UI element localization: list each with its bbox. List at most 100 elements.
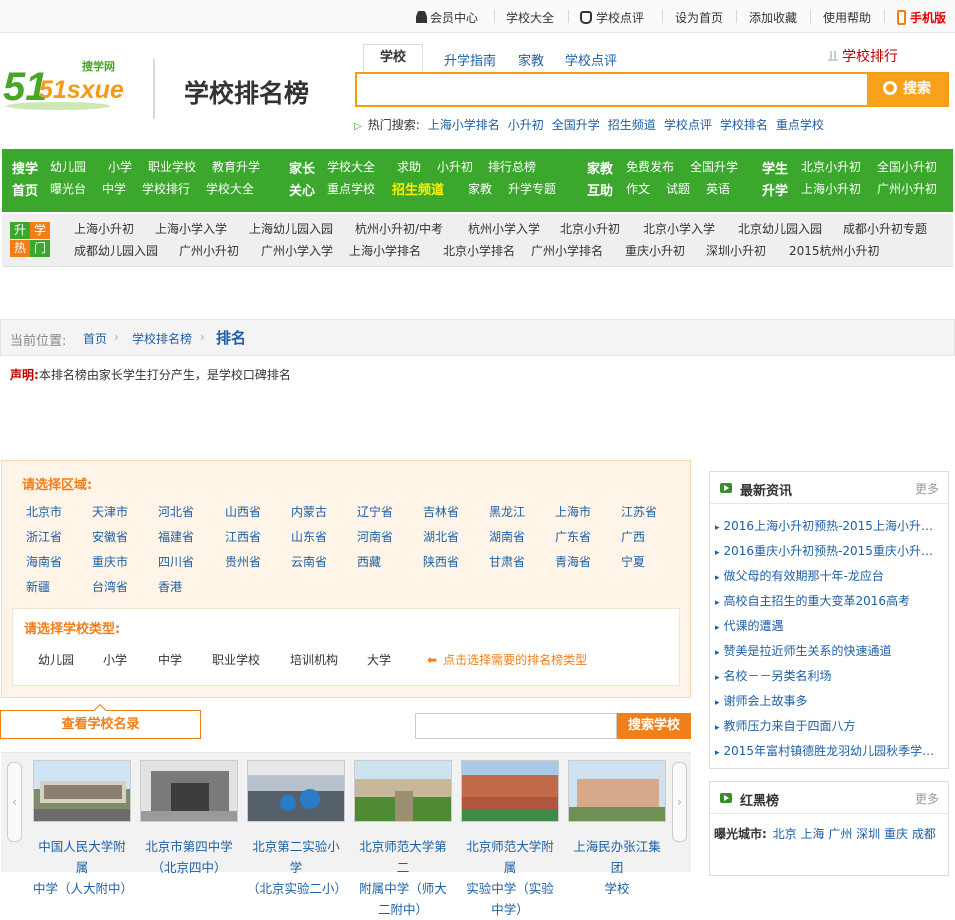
hot-city-link[interactable]: 重庆小升初 xyxy=(625,242,685,259)
tab-school[interactable]: 学校 xyxy=(363,44,423,72)
hot-city-link[interactable]: 上海小升初 xyxy=(74,220,134,237)
region-link[interactable]: 新疆 xyxy=(26,578,50,595)
school-card[interactable]: 中国人民大学附属 中学（人大附中） xyxy=(33,760,133,896)
school-rank-link[interactable]: 学校排行 xyxy=(828,46,898,66)
region-link[interactable]: 内蒙古 xyxy=(291,503,327,520)
type-training[interactable]: 培训机构 xyxy=(290,651,338,668)
nav-link[interactable]: 全国小升初 xyxy=(877,158,937,175)
nav-link[interactable]: 幼儿园 xyxy=(50,158,86,175)
nav-link[interactable]: 曝光台 xyxy=(50,180,86,197)
nav-link[interactable]: 广州小升初 xyxy=(877,180,937,197)
news-item[interactable]: 教师压力来自于四面八方 xyxy=(715,717,940,734)
nav-link[interactable]: 小升初 xyxy=(437,158,473,175)
hot-city-link[interactable]: 杭州小学入学 xyxy=(468,220,540,237)
news-item[interactable]: 2016上海小升初预热-2015上海小升初… xyxy=(715,517,940,534)
news-item[interactable]: 2015年富村镇德胜龙羽幼儿园秋季学… xyxy=(715,742,940,759)
news-item[interactable]: 代课的遭遇 xyxy=(715,617,940,634)
mobile-link[interactable]: 手机版 xyxy=(897,9,946,26)
region-link[interactable]: 香港 xyxy=(158,578,182,595)
nav-link[interactable]: 家教 xyxy=(468,180,492,197)
nav-link[interactable]: 学校排行 xyxy=(142,180,190,197)
nav-link[interactable]: 中学 xyxy=(102,180,126,197)
school-name[interactable]: 北京市第四中学 （北京四中） xyxy=(140,836,238,878)
school-card[interactable]: 北京师范大学第二 附属中学（师大二附中） xyxy=(354,760,452,917)
hot-link[interactable]: 小升初 xyxy=(508,118,544,132)
carousel-prev-button[interactable]: ‹ xyxy=(7,762,22,842)
tab-school-review[interactable]: 学校点评 xyxy=(565,50,617,69)
region-link[interactable]: 甘肃省 xyxy=(489,553,525,570)
site-logo[interactable]: 51 51sxue 搜学网 xyxy=(3,58,128,113)
carousel-next-button[interactable]: › xyxy=(672,762,687,842)
hot-city-link[interactable]: 上海小学排名 xyxy=(349,242,421,259)
region-link[interactable]: 青海省 xyxy=(555,553,591,570)
school-review-link[interactable]: 学校点评 xyxy=(580,9,644,26)
region-link[interactable]: 贵州省 xyxy=(225,553,261,570)
region-link[interactable]: 山西省 xyxy=(225,503,261,520)
school-card[interactable]: 上海民办张江集团 学校 xyxy=(568,760,666,896)
hot-link[interactable]: 全国升学 xyxy=(552,118,600,132)
news-item[interactable]: 名校－－另类名利场 xyxy=(715,667,940,684)
nav-link[interactable]: 学校大全 xyxy=(206,180,254,197)
city-link[interactable]: 上海 xyxy=(800,827,824,841)
nav-link[interactable]: 教育升学 xyxy=(212,158,260,175)
hot-city-link[interactable]: 广州小学入学 xyxy=(261,242,333,259)
view-school-list-button[interactable]: 查看学校名录 xyxy=(0,710,201,739)
region-link[interactable]: 河南省 xyxy=(357,528,393,545)
news-more-link[interactable]: 更多 xyxy=(915,480,939,497)
type-primary[interactable]: 小学 xyxy=(103,651,127,668)
nav-link-highlight[interactable]: 招生频道 xyxy=(392,179,444,198)
type-middle[interactable]: 中学 xyxy=(158,651,182,668)
region-link[interactable]: 广东省 xyxy=(555,528,591,545)
nav-link[interactable]: 免费发布 xyxy=(626,158,674,175)
region-link[interactable]: 山东省 xyxy=(291,528,327,545)
region-link[interactable]: 吉林省 xyxy=(423,503,459,520)
hot-city-link[interactable]: 北京小学入学 xyxy=(643,220,715,237)
nav-link[interactable]: 学校大全 xyxy=(327,158,375,175)
nav-link[interactable]: 排行总榜 xyxy=(488,158,536,175)
hot-city-link[interactable]: 北京幼儿园入园 xyxy=(738,220,822,237)
region-link[interactable]: 上海市 xyxy=(555,503,591,520)
school-search-input[interactable] xyxy=(415,713,617,739)
region-link[interactable]: 云南省 xyxy=(291,553,327,570)
city-link[interactable]: 广州 xyxy=(828,827,852,841)
hot-link[interactable]: 学校点评 xyxy=(664,118,712,132)
school-name[interactable]: 北京师范大学附属 实验中学（实验中学） xyxy=(461,836,559,920)
hot-city-link[interactable]: 广州小学排名 xyxy=(531,242,603,259)
nav-link[interactable]: 小学 xyxy=(108,158,132,175)
region-link[interactable]: 河北省 xyxy=(158,503,194,520)
help-link[interactable]: 使用帮助 xyxy=(823,9,871,26)
nav-link[interactable]: 重点学校 xyxy=(327,180,375,197)
region-link[interactable]: 江西省 xyxy=(225,528,261,545)
school-card[interactable]: 北京第二实验小学 （北京实验二小） xyxy=(247,760,347,896)
hot-city-link[interactable]: 成都小升初专题 xyxy=(843,220,927,237)
hot-city-link[interactable]: 成都幼儿园入园 xyxy=(74,242,158,259)
nav-link[interactable]: 求助 xyxy=(397,158,421,175)
search-input[interactable] xyxy=(355,72,949,107)
search-button[interactable]: 搜索 xyxy=(867,73,947,106)
nav-link[interactable]: 英语 xyxy=(706,180,730,197)
region-link[interactable]: 安徽省 xyxy=(92,528,128,545)
set-home-link[interactable]: 设为首页 xyxy=(675,9,723,26)
nav-link[interactable]: 北京小升初 xyxy=(801,158,861,175)
city-link[interactable]: 重庆 xyxy=(884,827,908,841)
region-link[interactable]: 浙江省 xyxy=(26,528,62,545)
tab-tutor[interactable]: 家教 xyxy=(518,50,544,69)
region-link[interactable]: 湖北省 xyxy=(423,528,459,545)
region-link[interactable]: 北京市 xyxy=(26,503,62,520)
city-link[interactable]: 北京 xyxy=(773,827,797,841)
type-university[interactable]: 大学 xyxy=(367,651,391,668)
region-link[interactable]: 西藏 xyxy=(357,553,381,570)
news-item[interactable]: 谢师会上故事多 xyxy=(715,692,940,709)
region-link[interactable]: 陕西省 xyxy=(423,553,459,570)
region-link[interactable]: 宁夏 xyxy=(621,553,645,570)
hot-city-link[interactable]: 杭州小升初/中考 xyxy=(355,220,443,237)
nav-link[interactable]: 上海小升初 xyxy=(801,180,861,197)
tab-admission-guide[interactable]: 升学指南 xyxy=(444,50,496,69)
breadcrumb-rank[interactable]: 学校排名榜 xyxy=(132,330,192,347)
region-link[interactable]: 辽宁省 xyxy=(357,503,393,520)
hot-city-link[interactable]: 2015杭州小升初 xyxy=(789,242,880,259)
nav-link[interactable]: 全国升学 xyxy=(690,158,738,175)
hot-link[interactable]: 学校排名 xyxy=(720,118,768,132)
hot-link[interactable]: 招生频道 xyxy=(608,118,656,132)
rank-more-link[interactable]: 更多 xyxy=(915,790,939,807)
